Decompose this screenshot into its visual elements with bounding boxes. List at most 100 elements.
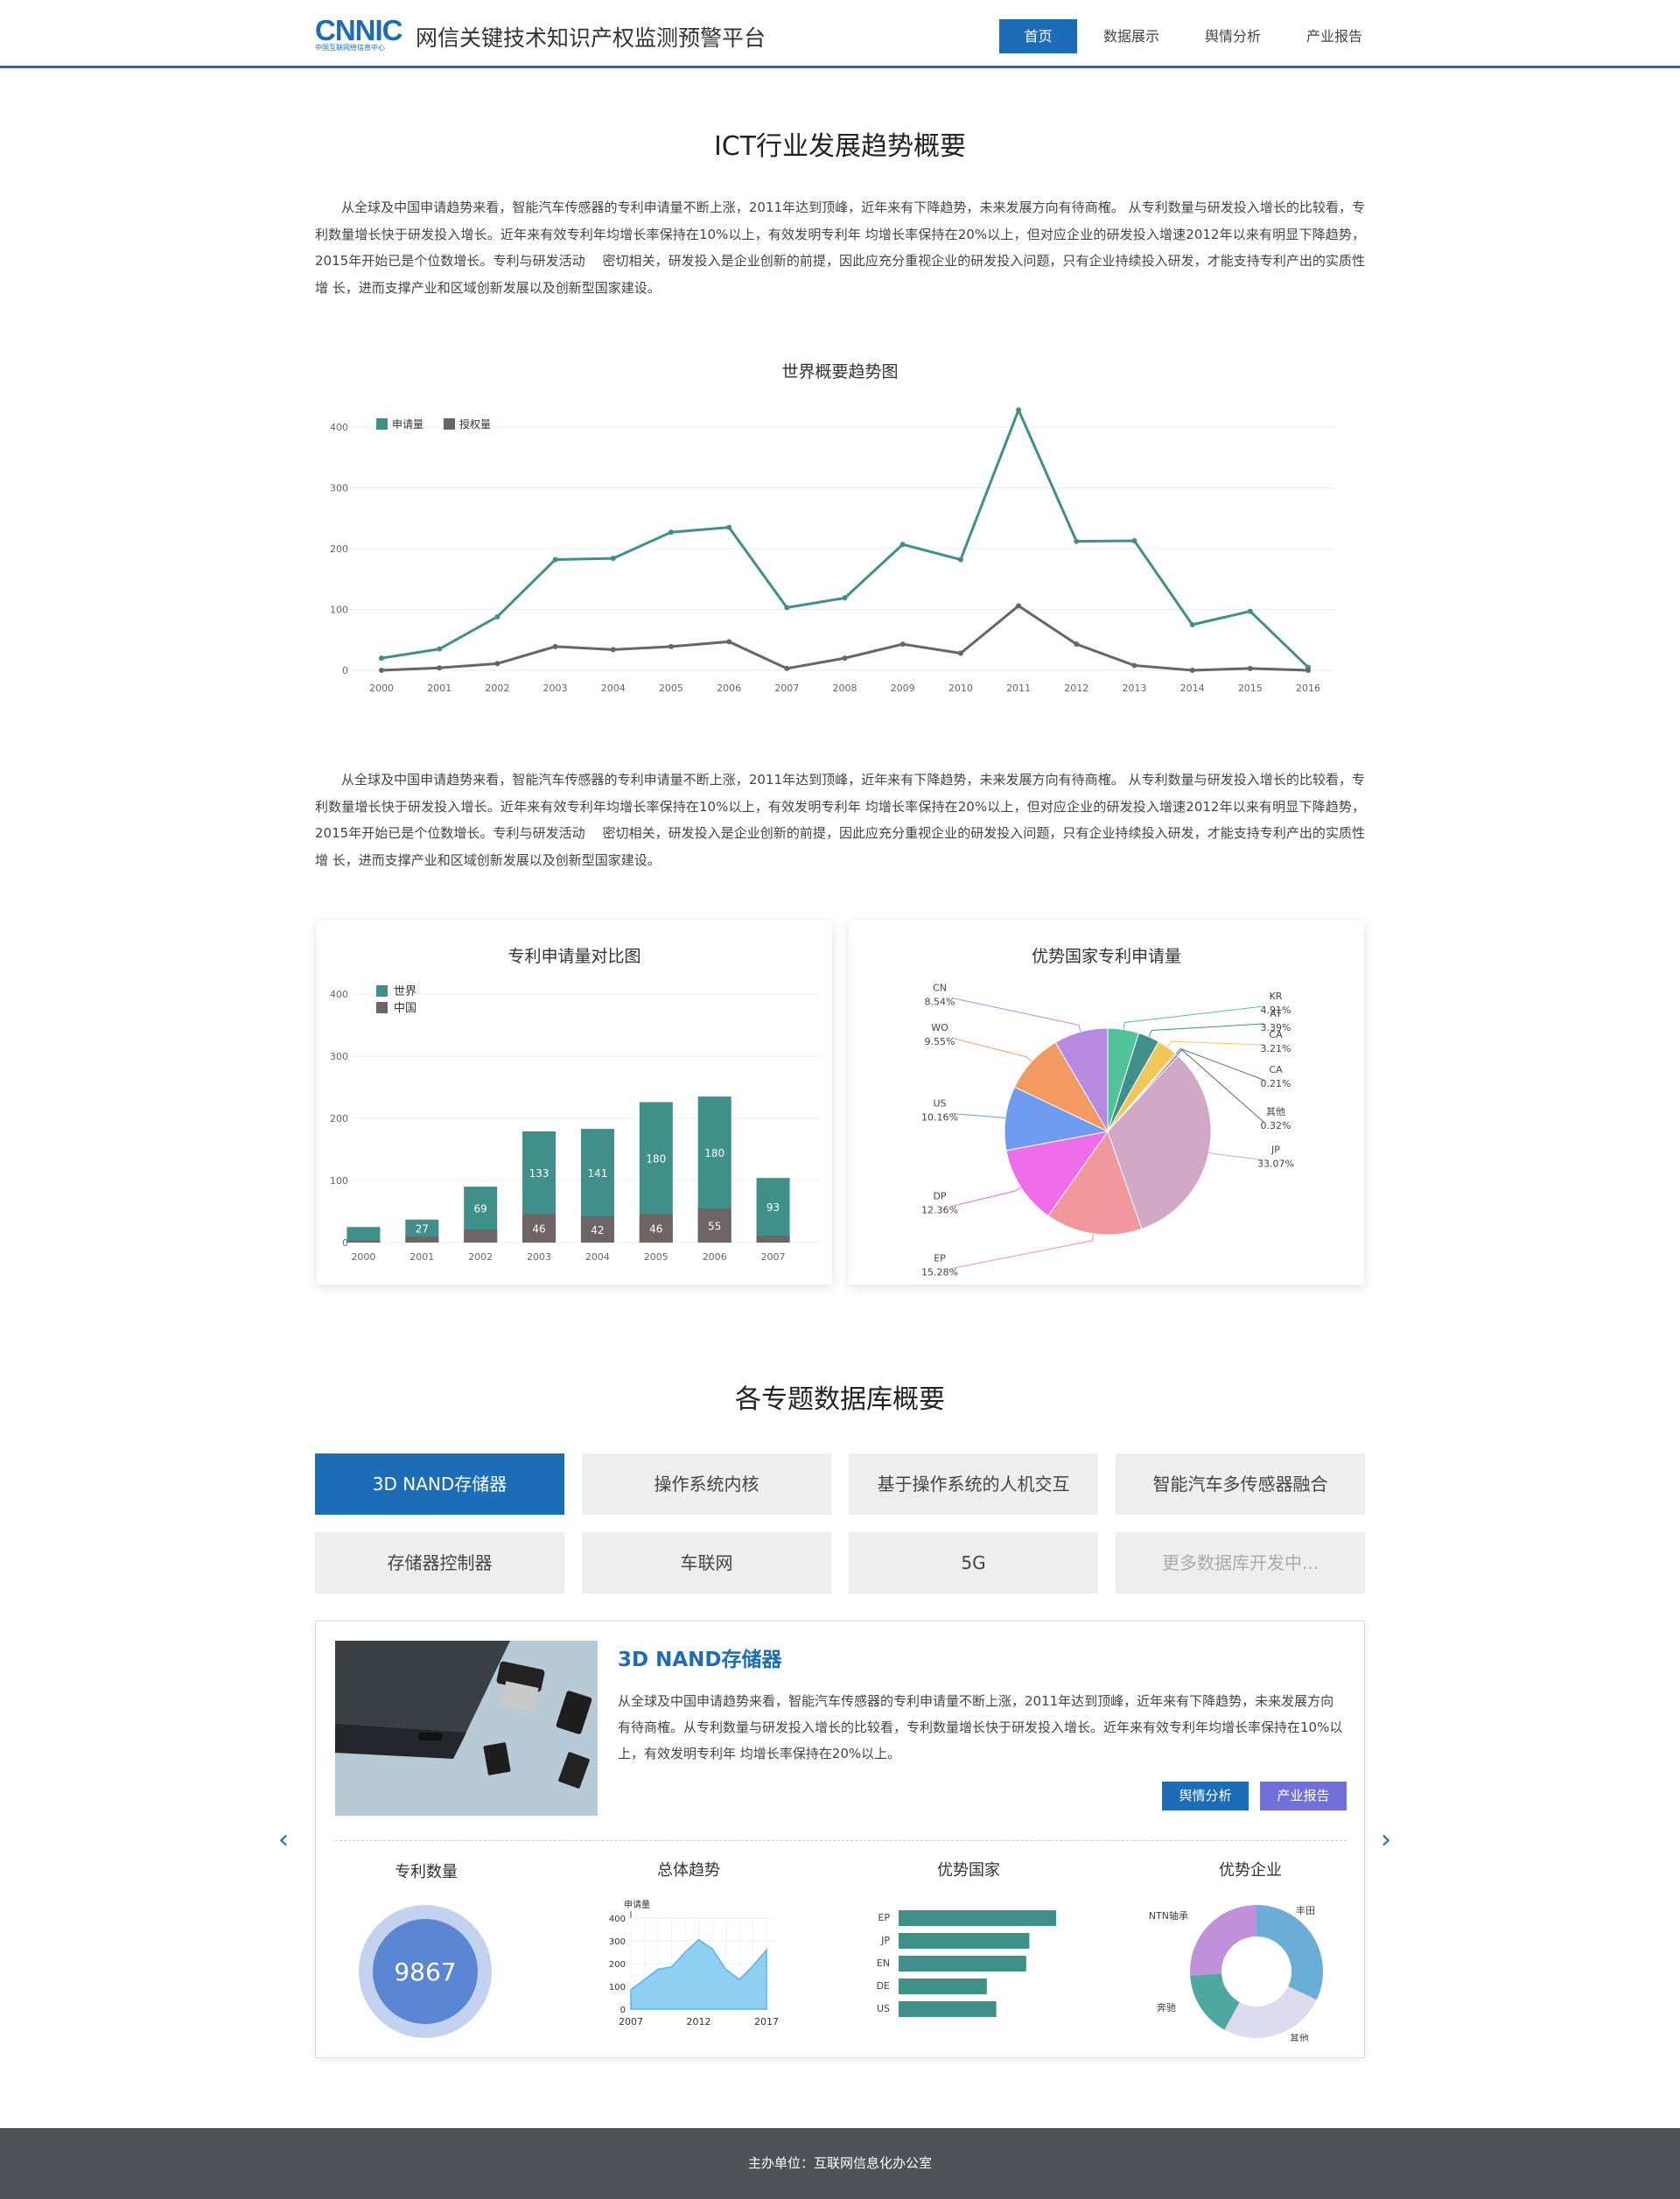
data-point — [784, 665, 790, 671]
tab-5g[interactable]: 5G — [849, 1532, 1098, 1593]
data-point — [1016, 407, 1022, 413]
x-tick-label: 2007 — [619, 2016, 643, 2027]
pie-label-percent: 10.16% — [921, 1112, 958, 1124]
y-tick-label: 400 — [330, 422, 348, 433]
y-axis-label: 申请量 — [624, 1899, 650, 1910]
data-point — [494, 661, 500, 667]
pie-label-percent: 8.54% — [925, 997, 956, 1008]
pie-label-percent: 0.21% — [1261, 1078, 1292, 1089]
bar-label-china: 42 — [591, 1224, 604, 1236]
tab-os-hci[interactable]: 基于操作系统的人机交互 — [849, 1453, 1098, 1515]
y-tick-label: 300 — [330, 1051, 348, 1062]
pie-leader-line — [951, 1037, 1032, 1062]
pie-label-percent: 12.36% — [921, 1204, 958, 1215]
tab-storage-controller[interactable]: 存储器控制器 — [315, 1532, 564, 1593]
data-point — [1074, 641, 1080, 648]
world-trend-chart: 世界概要趋势图 0 100 200 300 400 2000 2001 2002 2003 200… — [315, 350, 1365, 709]
nav-report[interactable]: 产业报告 — [1284, 19, 1385, 53]
donut-slice — [1256, 1905, 1323, 2000]
report-button[interactable]: 产业报告 — [1260, 1782, 1347, 1810]
nav-data-display[interactable]: 数据展示 — [1081, 19, 1182, 53]
x-tick-label: 2006 — [717, 683, 741, 694]
pie-leader-line — [1208, 1152, 1264, 1160]
x-tick-label: 2001 — [410, 1251, 434, 1263]
y-tick-label: 300 — [330, 483, 348, 494]
pie-label-name: CN — [933, 983, 947, 994]
x-tick-label: 2000 — [351, 1251, 375, 1263]
chevron-left-icon[interactable]: ‹ — [278, 1824, 289, 1855]
nav-sentiment[interactable]: 舆情分析 — [1182, 19, 1284, 53]
x-tick-label: 2003 — [543, 683, 568, 694]
overview-title: ICT行业发展趋势概要 — [713, 131, 967, 162]
nav-home[interactable]: 首页 — [999, 19, 1077, 53]
chevron-right-icon[interactable]: › — [1381, 1824, 1391, 1855]
company-mini-title: 优势企业 — [1219, 1861, 1282, 1880]
pie-label-name: KR — [1270, 991, 1283, 1002]
legend-swatch — [376, 1002, 388, 1013]
x-tick-label: 2017 — [754, 2016, 779, 2027]
pie-leader-line — [1123, 1005, 1264, 1030]
x-tick-label: 2007 — [774, 683, 799, 694]
bar-label-world: 93 — [766, 1201, 780, 1214]
pie-label-name: WO — [931, 1022, 948, 1033]
bar-label-world: 141 — [587, 1167, 607, 1180]
donut-label: 奔驰 — [1157, 2001, 1176, 2013]
pie-chart-card: 优势国家专利申请量 KR 4.91% AT 3.39% CA 3.21% CA 0.21% 其他… — [849, 921, 1364, 1285]
y-tick-label: 400 — [330, 989, 348, 1000]
y-tick-label: 0 — [620, 2006, 626, 2015]
y-tick-label: 200 — [330, 1113, 348, 1124]
sentiment-button[interactable]: 舆情分析 — [1162, 1782, 1249, 1810]
data-point — [784, 605, 790, 611]
series-line-0 — [381, 406, 1310, 669]
bar-label-china: 46 — [649, 1223, 662, 1236]
donut-label: 丰田 — [1296, 1905, 1315, 1916]
donut-slice — [1190, 1905, 1256, 1976]
tab-os-kernel[interactable]: 操作系统内核 — [582, 1453, 831, 1515]
tab-auto-sensor-fusion[interactable]: 智能汽车多传感器融合 — [1116, 1453, 1365, 1515]
detail-description: 从全球及中国申请趋势来看，智能汽车传感器的专利申请量不断上涨，2011年达到顶峰… — [618, 1693, 1343, 1761]
y-tick-label: 200 — [330, 543, 348, 555]
pie-leader-line — [951, 1187, 1021, 1207]
data-point — [379, 655, 384, 662]
pie-label-name: US — [933, 1098, 946, 1110]
data-point — [379, 668, 384, 673]
bar-chart-card: 专利申请量对比图 0 100 200 300 400 2000 27 2001 69 2002 13… — [317, 921, 832, 1285]
bar-label-china: 55 — [708, 1220, 721, 1232]
pie-label-percent: 3.21% — [1261, 1043, 1292, 1054]
data-point — [1306, 668, 1311, 673]
data-point — [900, 542, 906, 548]
country-bar — [899, 1910, 1056, 1926]
cnnic-logo[interactable]: CNNIC 中国互联网络信息中心 — [315, 14, 403, 56]
y-tick-label: 400 — [609, 1915, 626, 1924]
country-bar — [899, 2001, 997, 2017]
pie-label-name: JP — [1270, 1144, 1280, 1155]
country-label: EN — [877, 1957, 890, 1969]
legend-swatch — [376, 985, 388, 997]
trend-mini-title: 总体趋势 — [657, 1861, 720, 1880]
tab-iov[interactable]: 车联网 — [582, 1532, 831, 1593]
y-tick-label: 100 — [330, 1175, 348, 1187]
data-point — [668, 643, 674, 649]
data-point — [1247, 665, 1253, 671]
donut-slice — [1224, 1986, 1317, 2038]
data-point — [610, 556, 616, 562]
y-tick-label: 0 — [342, 665, 348, 676]
pie-label-name: EP — [934, 1252, 946, 1264]
pie-leader-line — [1166, 1040, 1264, 1047]
data-point — [552, 643, 558, 649]
product-image-drawing — [335, 1641, 598, 1816]
tab-3d-nand[interactable]: 3D NAND存储器 — [315, 1453, 564, 1515]
logo-text: CNNIC — [315, 14, 403, 46]
data-point — [494, 613, 500, 620]
y-tick-label: 200 — [609, 1960, 626, 1970]
country-label: DE — [877, 1980, 890, 1992]
x-tick-label: 2000 — [369, 683, 394, 694]
country-bar — [899, 1956, 1026, 1971]
footer: 主办单位：互联网信息化办公室 — [0, 2128, 1680, 2199]
product-image — [335, 1641, 598, 1816]
bar-label-china: 46 — [532, 1223, 545, 1236]
x-tick-label: 2014 — [1180, 683, 1205, 694]
x-tick-label: 2004 — [585, 1251, 610, 1263]
bar-label-world: 133 — [529, 1167, 550, 1180]
bar-china — [346, 1240, 381, 1243]
